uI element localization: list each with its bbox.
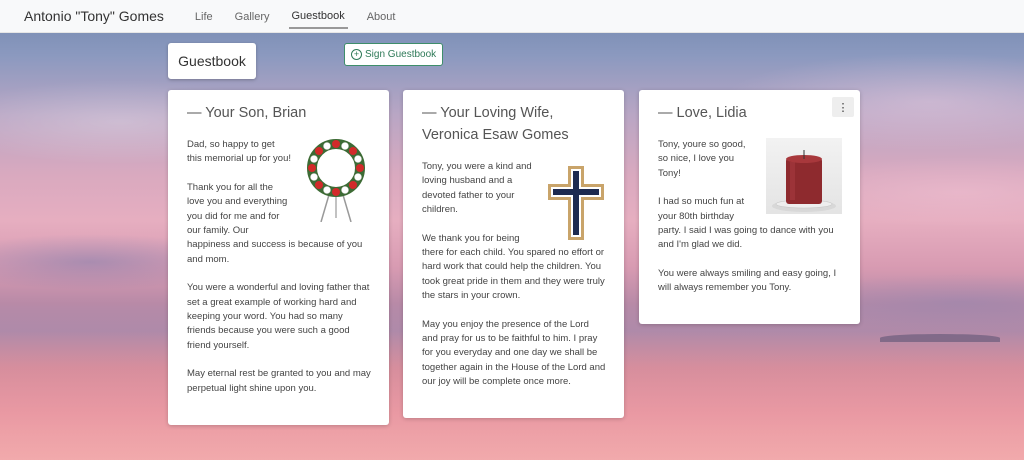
- entry-paragraph: You were a wonderful and loving father t…: [187, 282, 370, 351]
- candle-image: [766, 138, 842, 214]
- nav-link-about[interactable]: About: [364, 5, 399, 28]
- wreath-image: [307, 139, 365, 222]
- entry-paragraph: May eternal rest be granted to you and m…: [187, 368, 371, 394]
- entry-author: — Your Loving Wife, Veronica Esaw Gomes: [422, 105, 569, 143]
- entry-paragraph: May you enjoy the presence of the Lord a…: [422, 318, 606, 388]
- more-vertical-icon[interactable]: ⋮: [832, 97, 854, 117]
- top-navbar: Antonio "Tony" Gomes Life Gallery Guestb…: [0, 0, 1024, 33]
- entry-author: — Love, Lidia: [658, 105, 747, 121]
- cross-image: [548, 166, 604, 240]
- guestbook-entry-card: — Your Son, Brian Dad, so happy to get t…: [168, 90, 389, 425]
- nav-link-life[interactable]: Life: [192, 5, 216, 28]
- site-brand[interactable]: Antonio "Tony" Gomes: [24, 8, 164, 24]
- guestbook-title: Guestbook: [168, 43, 256, 79]
- guestbook-entry-card: — Your Loving Wife, Veronica Esaw Gomes …: [403, 90, 624, 418]
- nav-link-gallery[interactable]: Gallery: [232, 5, 273, 28]
- nav-link-guestbook[interactable]: Guestbook: [288, 4, 348, 29]
- guestbook-entry-card: ⋮ — Love, Lidia Tony, youre so good, so …: [639, 90, 860, 324]
- background-island: [880, 334, 1000, 342]
- entry-author: — Your Son, Brian: [187, 105, 307, 121]
- entry-paragraph: We thank you for being there for each ch…: [422, 232, 605, 302]
- entry-paragraph: You were always smiling and easy going, …: [658, 267, 837, 294]
- sign-guestbook-label: Sign Guestbook: [365, 49, 437, 60]
- sign-guestbook-button[interactable]: + Sign Guestbook: [344, 43, 444, 66]
- plus-circle-icon: +: [351, 49, 362, 60]
